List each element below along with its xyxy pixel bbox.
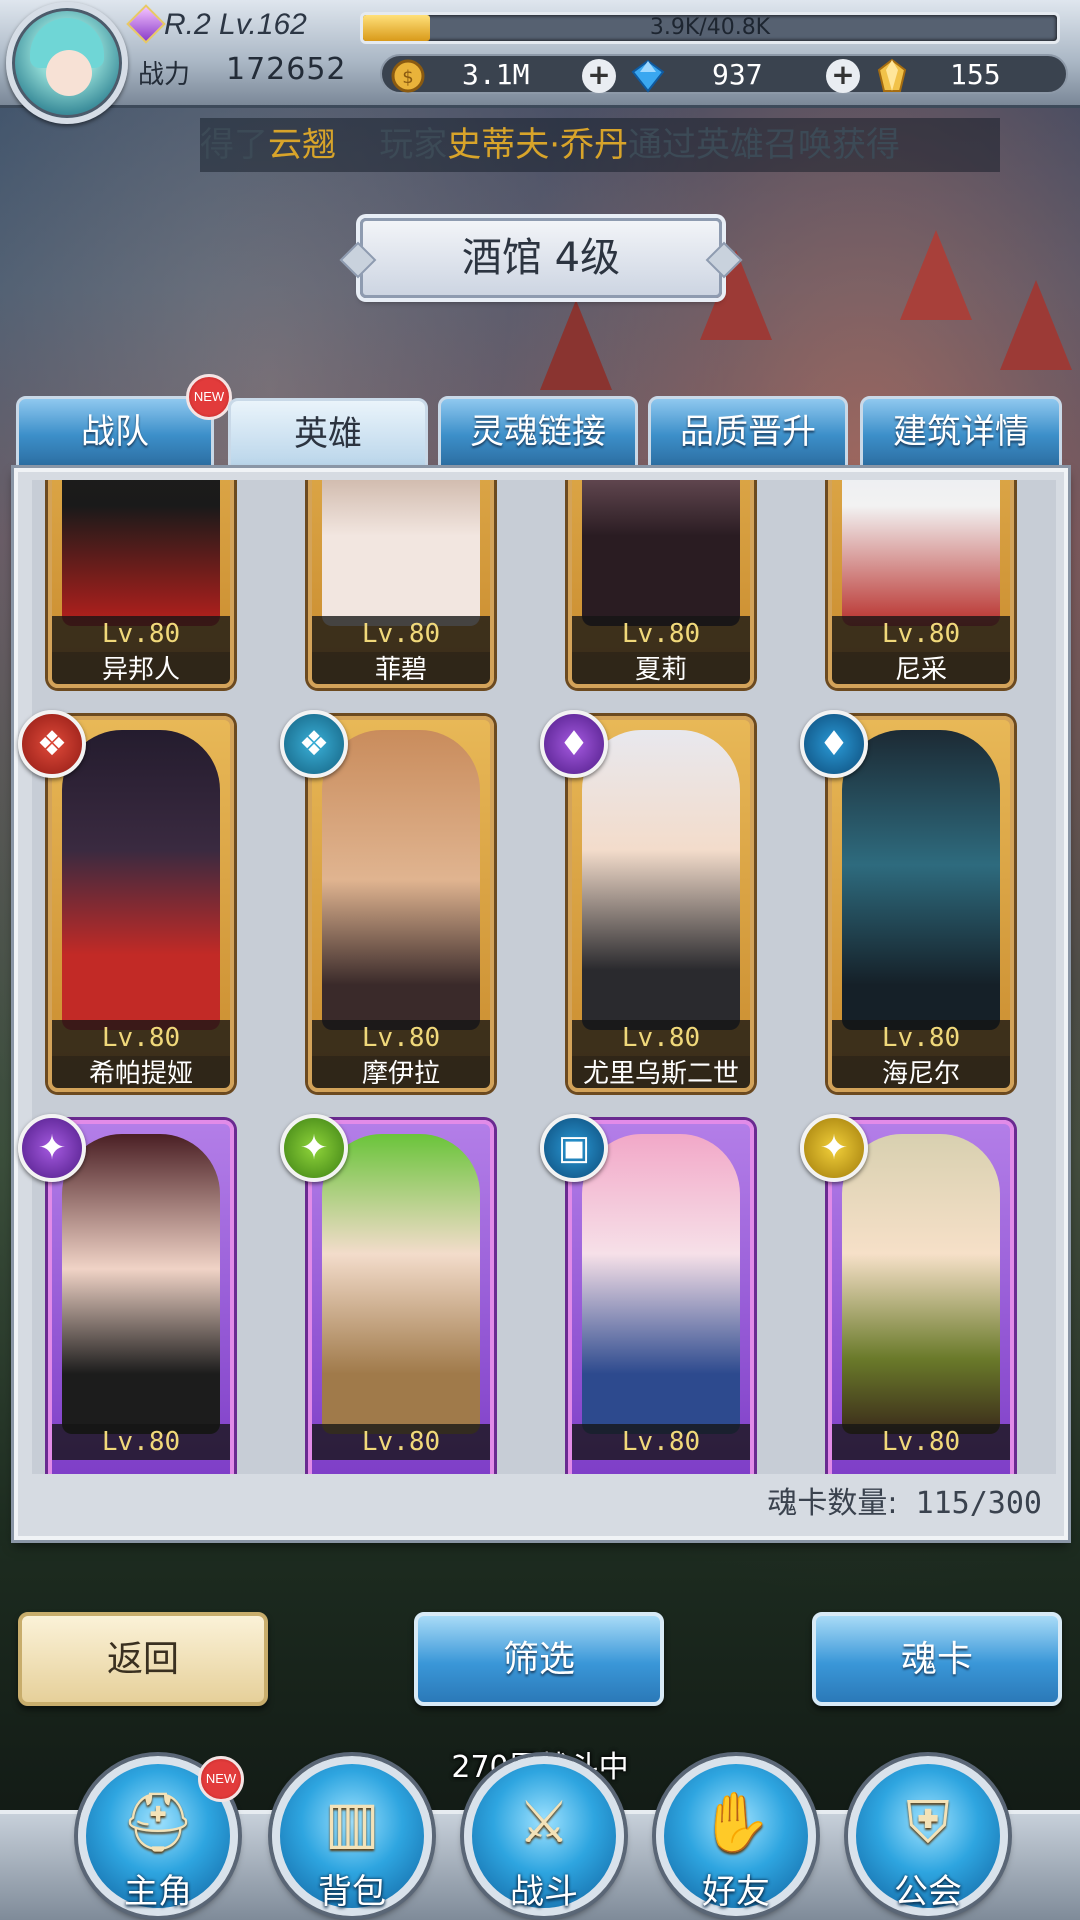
player-avatar[interactable] xyxy=(6,2,128,124)
tab-team[interactable]: 战队 xyxy=(16,396,214,468)
add-diamond-button[interactable]: + xyxy=(826,59,860,93)
hero-grid[interactable]: Lv.80 异邦人 Lv.80 菲碧 Lv.80 夏莉 Lv.80 尼采 Lv.… xyxy=(32,480,1056,1474)
hero-card[interactable]: Lv.80 希帕提娅 xyxy=(48,716,234,1092)
hero-name: 海尼尔 xyxy=(832,1056,1010,1088)
hero-card[interactable]: Lv.80 摩伊拉 xyxy=(308,716,494,1092)
currency-bar: $ 3.1M + 937 + 155 xyxy=(380,54,1068,94)
new-badge: NEW xyxy=(198,1756,244,1802)
hero-level: Lv.80 xyxy=(312,616,490,652)
castle-tower xyxy=(1000,280,1072,370)
hero-level: Lv.80 xyxy=(312,1020,490,1056)
hero-level: Lv.80 xyxy=(572,1020,750,1056)
gold-coin-icon: $ xyxy=(390,58,426,94)
power-label: 战力 xyxy=(138,60,191,90)
hero-level: Lv.80 xyxy=(832,1424,1010,1460)
diamond-value: 937 xyxy=(712,58,763,91)
hero-name: 菲碧 xyxy=(312,652,490,684)
hero-card[interactable]: Lv.80 夏莉 xyxy=(568,480,754,688)
crystal-value: 155 xyxy=(950,58,1001,91)
hero-card[interactable]: Lv.80 菲碧 xyxy=(308,480,494,688)
add-gold-button[interactable]: + xyxy=(582,59,616,93)
svg-text:$: $ xyxy=(402,67,413,88)
exp-bar: 3.9K/40.8K xyxy=(360,12,1060,44)
hero-level: Lv.80 xyxy=(52,616,230,652)
guild-crest-icon: ⛨ xyxy=(906,1788,950,1856)
handshake-icon: ✋ xyxy=(699,1788,773,1856)
soul-card-count: 魂卡数量: 115/300 xyxy=(767,1486,1042,1521)
tab-building-details[interactable]: 建筑详情 xyxy=(860,396,1062,468)
nav-label: 主角 xyxy=(124,1872,192,1912)
hero-card[interactable]: Lv.80 异邦人 xyxy=(48,480,234,688)
soul-card-button[interactable]: 魂卡 xyxy=(812,1612,1062,1706)
element-scroll-icon: ▣ xyxy=(540,1114,608,1182)
element-emblem-icon: ❖ xyxy=(280,710,348,778)
element-shuriken-icon: ✦ xyxy=(280,1114,348,1182)
element-shuriken-icon: ✦ xyxy=(800,1114,868,1182)
nav-label: 好友 xyxy=(702,1872,770,1912)
nav-label: 战斗 xyxy=(510,1872,578,1912)
hero-name: 异邦人 xyxy=(52,652,230,684)
tab-soul-link[interactable]: 灵魂链接 xyxy=(438,396,638,468)
hero-level: Lv.80 xyxy=(52,1424,230,1460)
hero-level: Lv.80 xyxy=(312,1424,490,1460)
hero-name: 摩伊拉 xyxy=(312,1056,490,1088)
castle-tower xyxy=(540,300,612,390)
hero-level: Lv.80 xyxy=(572,1424,750,1460)
tab-heroes[interactable]: 英雄 xyxy=(228,398,428,470)
element-dagger-icon: ♦ xyxy=(800,710,868,778)
announcement-marquee: 得了云翘 玩家史蒂夫·乔丹通过英雄召唤获得 xyxy=(200,118,1000,172)
hero-name: 希帕提娅 xyxy=(52,1056,230,1088)
hero-name: 夏莉 xyxy=(572,652,750,684)
tab-quality-upgrade[interactable]: 品质晋升 xyxy=(648,396,848,468)
power-value: 172652 xyxy=(226,52,347,87)
hero-card[interactable]: Lv.80 尤里乌斯二世 xyxy=(568,716,754,1092)
nav-battle-button[interactable]: ⚔ 战斗 xyxy=(464,1756,624,1916)
hero-card[interactable]: Lv.80 xyxy=(48,1120,234,1474)
nav-label: 公会 xyxy=(894,1872,962,1912)
element-shuriken-icon: ✦ xyxy=(18,1114,86,1182)
backpack-icon: ▥ xyxy=(324,1788,380,1856)
hero-card[interactable]: Lv.80 尼采 xyxy=(828,480,1014,688)
hero-name: 尼采 xyxy=(832,652,1010,684)
hero-level: Lv.80 xyxy=(832,616,1010,652)
hero-panel: Lv.80 异邦人 Lv.80 菲碧 Lv.80 夏莉 Lv.80 尼采 Lv.… xyxy=(14,468,1068,1540)
exp-text: 3.9K/40.8K xyxy=(649,15,771,40)
hero-name: 尤里乌斯二世 xyxy=(572,1056,750,1088)
nav-guild-button[interactable]: ⛨ 公会 xyxy=(848,1756,1008,1916)
castle-tower xyxy=(900,230,972,320)
gold-value: 3.1M xyxy=(462,58,530,91)
hero-level: Lv.80 xyxy=(572,616,750,652)
filter-button[interactable]: 筛选 xyxy=(414,1612,664,1706)
nav-bag-button[interactable]: ▥ 背包 xyxy=(272,1756,432,1916)
nav-friends-button[interactable]: ✋ 好友 xyxy=(656,1756,816,1916)
hero-level: Lv.80 xyxy=(832,1020,1010,1056)
blue-diamond-icon xyxy=(630,58,666,94)
new-badge: NEW xyxy=(186,374,232,420)
hero-level: Lv.80 xyxy=(52,1020,230,1056)
element-dagger-icon: ♦ xyxy=(540,710,608,778)
gold-crystal-icon xyxy=(874,58,910,94)
element-emblem-icon: ❖ xyxy=(18,710,86,778)
nav-label: 背包 xyxy=(318,1872,386,1912)
player-level: R.2 Lv.162 xyxy=(164,8,307,41)
crossed-swords-icon: ⚔ xyxy=(518,1788,570,1856)
page-title: 酒馆 4级 xyxy=(360,218,722,298)
back-button[interactable]: 返回 xyxy=(18,1612,268,1706)
hero-card[interactable]: Lv.80 海尼尔 xyxy=(828,716,1014,1092)
